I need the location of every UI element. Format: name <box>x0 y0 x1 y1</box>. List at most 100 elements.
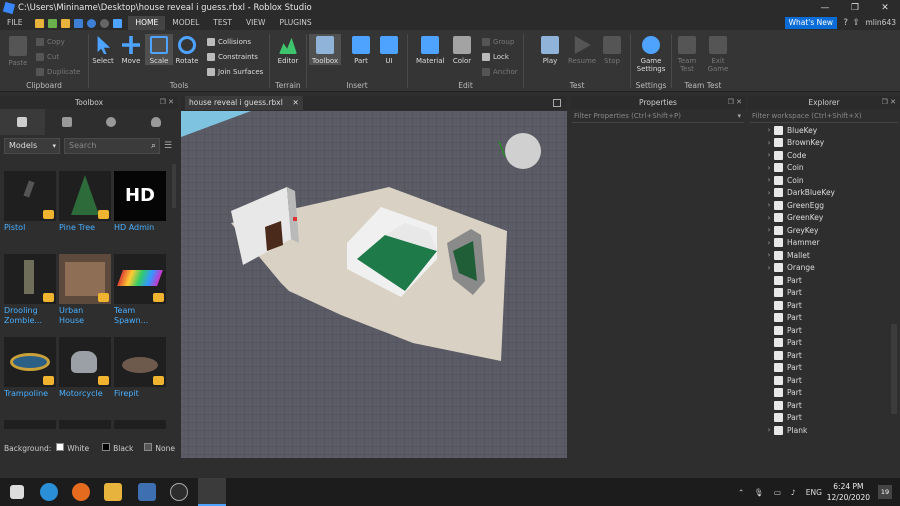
toolbox-item[interactable] <box>114 420 166 429</box>
tab-recent[interactable] <box>89 109 134 135</box>
close-tab-icon[interactable]: ✕ <box>293 96 299 110</box>
chevron-right-icon[interactable]: › <box>764 164 774 172</box>
redo-icon[interactable] <box>100 18 110 28</box>
explorer-item[interactable]: Part <box>748 337 890 350</box>
save-icon[interactable] <box>74 18 84 28</box>
tab-view[interactable]: VIEW <box>239 16 273 30</box>
item-name[interactable]: Drooling Zombie... <box>4 306 48 326</box>
background-white-option[interactable]: White <box>56 443 89 453</box>
item-name[interactable]: Pistol <box>4 223 56 233</box>
explorer-item[interactable]: Part <box>748 287 890 300</box>
undo-icon[interactable] <box>87 18 97 28</box>
join-surfaces-toggle[interactable]: Join Surfaces <box>207 66 263 77</box>
close-button[interactable]: ✕ <box>870 0 900 16</box>
chevron-right-icon[interactable]: › <box>764 126 774 134</box>
folder-icon[interactable] <box>61 18 71 28</box>
group-button[interactable]: Group <box>482 36 514 47</box>
toolbox-item[interactable] <box>59 420 111 429</box>
item-name[interactable]: Team Spawn... <box>114 306 158 326</box>
cut-button[interactable]: Cut <box>36 51 59 62</box>
explorer-item[interactable]: Part <box>748 374 890 387</box>
notification-center-icon[interactable]: 19 <box>878 485 892 499</box>
3d-viewport[interactable] <box>181 111 567 458</box>
resume-button[interactable]: Resume <box>568 34 596 65</box>
terrain-editor-button[interactable]: Editor <box>274 34 302 65</box>
toolbox-item[interactable]: Urban House <box>59 254 111 326</box>
chevron-right-icon[interactable]: › <box>764 264 774 272</box>
explorer-item[interactable]: Part <box>748 412 890 425</box>
item-name[interactable]: Urban House <box>59 306 99 326</box>
explorer-item[interactable]: Part <box>748 349 890 362</box>
explorer-item[interactable]: › Coin <box>748 162 890 175</box>
toolbox-item[interactable]: Pine Tree <box>59 171 111 233</box>
tab-home[interactable]: HOME <box>128 16 166 30</box>
move-button[interactable]: Move <box>117 34 145 65</box>
toolbox-item[interactable]: Firepit <box>114 337 166 399</box>
toolbox-item[interactable]: HD HD Admin <box>114 171 166 233</box>
chevron-right-icon[interactable]: › <box>764 239 774 247</box>
duplicate-button[interactable]: Duplicate <box>36 66 80 77</box>
toolbox-scrollbar[interactable] <box>172 164 176 208</box>
constraints-toggle[interactable]: Constraints <box>207 51 258 62</box>
explorer-item[interactable]: › BlueKey <box>748 124 890 137</box>
explorer-item[interactable]: Part <box>748 362 890 375</box>
item-name[interactable]: Trampoline <box>4 389 56 399</box>
material-button[interactable]: Material <box>416 34 444 65</box>
chevron-right-icon[interactable]: › <box>764 226 774 234</box>
firefox-icon[interactable] <box>72 483 90 501</box>
panel-controls-icon[interactable]: ❐ ✕ <box>160 96 174 109</box>
properties-filter-input[interactable]: Filter Properties (Ctrl+Shift+P) ▾ <box>572 110 744 123</box>
lock-button[interactable]: Lock <box>482 51 509 62</box>
explorer-item[interactable]: › DarkBlueKey <box>748 187 890 200</box>
language-indicator[interactable]: ENG <box>806 488 822 497</box>
background-black-option[interactable]: Black <box>102 443 133 453</box>
ui-button[interactable]: UI <box>375 34 403 65</box>
explorer-item[interactable]: › Mallet <box>748 249 890 262</box>
undock-icon[interactable] <box>553 99 561 107</box>
whats-new-button[interactable]: What's New <box>784 17 837 29</box>
steam-icon[interactable] <box>170 483 188 501</box>
toolbox-button[interactable]: Toolbox <box>309 34 341 65</box>
edge-browser-icon[interactable] <box>40 483 58 501</box>
tab-marketplace[interactable] <box>45 109 90 135</box>
explorer-item[interactable]: Part <box>748 387 890 400</box>
microphone-icon[interactable]: 🎙 <box>754 488 764 497</box>
explorer-scrollbar[interactable] <box>891 324 897 414</box>
item-name[interactable]: Motorcycle <box>59 389 111 399</box>
chevron-right-icon[interactable]: › <box>764 201 774 209</box>
toolbox-search-input[interactable]: Search ⌕ <box>64 138 160 154</box>
chevron-right-icon[interactable]: › <box>764 176 774 184</box>
explorer-item[interactable]: › BrownKey <box>748 137 890 150</box>
chevron-right-icon[interactable]: › <box>764 251 774 259</box>
chevron-up-icon[interactable]: ⌃ <box>738 488 744 497</box>
explorer-item[interactable]: Part <box>748 299 890 312</box>
category-dropdown[interactable]: Models ▾ <box>4 138 60 154</box>
game-controller-icon[interactable] <box>113 18 123 28</box>
item-name[interactable]: Firepit <box>114 389 166 399</box>
explorer-item[interactable]: › Code <box>748 149 890 162</box>
user-name[interactable]: mlin643 <box>865 16 896 30</box>
color-button[interactable]: Color <box>448 34 476 65</box>
game-settings-button[interactable]: Game Settings <box>635 34 667 73</box>
file-explorer-icon[interactable] <box>104 483 122 501</box>
chevron-right-icon[interactable]: › <box>764 426 774 434</box>
panel-controls-icon[interactable]: ❐ ✕ <box>882 96 896 109</box>
filter-icon[interactable]: ☰ <box>164 141 174 151</box>
tab-inventory[interactable] <box>0 109 45 135</box>
toolbox-item[interactable]: Trampoline <box>4 337 56 399</box>
explorer-item[interactable]: › GreyKey <box>748 224 890 237</box>
document-tab[interactable]: house reveal i guess.rbxl ✕ <box>185 96 303 110</box>
anchor-button[interactable]: Anchor <box>482 66 518 77</box>
rotate-button[interactable]: Rotate <box>173 34 201 65</box>
share-icon[interactable]: ⇪ <box>852 16 860 30</box>
roblox-studio-taskbar-icon[interactable] <box>198 478 226 506</box>
scale-button[interactable]: Scale <box>145 34 173 65</box>
tab-model[interactable]: MODEL <box>165 16 206 30</box>
team-test-button[interactable]: Team Test <box>672 34 702 73</box>
chevron-right-icon[interactable]: › <box>764 189 774 197</box>
paste-button[interactable]: Paste <box>4 34 32 67</box>
clock[interactable]: 6:24 PM 12/20/2020 <box>827 481 870 503</box>
item-name[interactable]: HD Admin <box>114 223 166 233</box>
panel-controls-icon[interactable]: ❐ ✕ <box>728 96 742 109</box>
background-none-option[interactable]: None <box>144 443 175 453</box>
